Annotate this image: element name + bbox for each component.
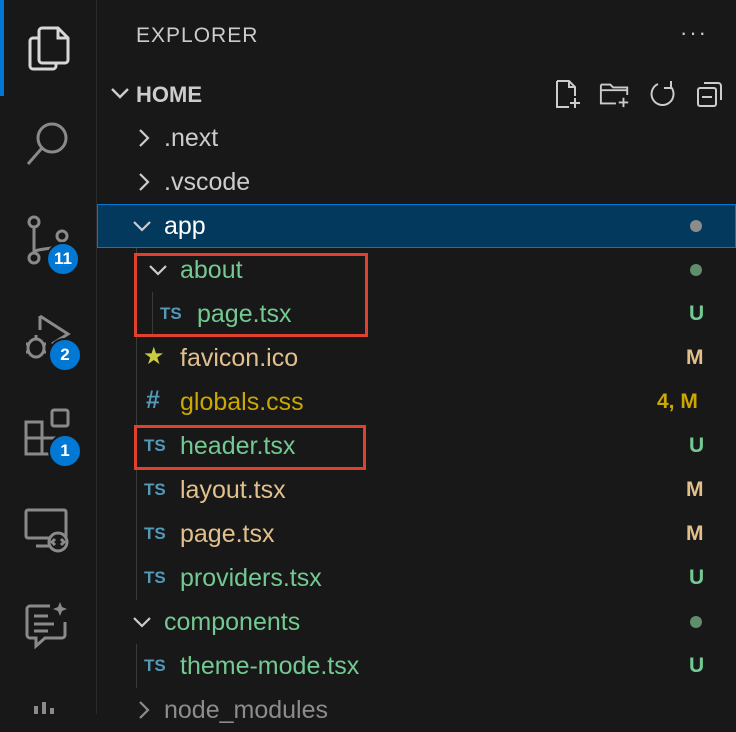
tree-file-theme-mode[interactable]: TS theme-mode.tsx U — [97, 644, 736, 688]
annotation-highlight-box — [134, 253, 368, 337]
chevron-right-icon — [139, 173, 150, 191]
tree-folder-components[interactable]: components — [97, 600, 736, 644]
typescript-file-icon: TS — [144, 480, 166, 499]
typescript-file-icon: TS — [144, 656, 166, 675]
chat-sparkle-icon — [25, 602, 67, 650]
workspace-section-header[interactable]: HOME — [97, 72, 736, 116]
tree-file-providers[interactable]: TS providers.tsx U — [97, 556, 736, 600]
tree-folder-vscode[interactable]: .vscode — [97, 160, 736, 204]
new-folder-icon[interactable] — [599, 78, 631, 110]
tree-label: layout.tsx — [180, 476, 286, 504]
chevron-down-icon — [133, 617, 151, 628]
chevron-down-icon — [133, 221, 151, 232]
explorer-sidebar: EXPLORER ··· HOME .next .vscode app abou… — [97, 0, 736, 724]
activity-source-control[interactable]: 11 — [0, 192, 96, 288]
search-icon — [26, 122, 68, 165]
tree-label: providers.tsx — [180, 564, 322, 592]
explorer-title: EXPLORER — [136, 24, 259, 47]
activity-remote-explorer[interactable] — [0, 480, 96, 576]
tree-file-app-page[interactable]: TS page.tsx M — [97, 512, 736, 556]
css-file-icon: # — [146, 386, 160, 414]
tree-label: node_modules — [164, 696, 329, 724]
git-status-badge: 4, M — [657, 390, 698, 413]
tree-folder-node-modules[interactable]: node_modules — [97, 688, 736, 732]
files-icon — [28, 26, 70, 71]
tree-label: theme-mode.tsx — [180, 652, 360, 680]
activity-chat[interactable] — [0, 576, 96, 672]
activity-run-debug[interactable]: 2 — [0, 288, 96, 384]
annotation-highlight-box — [134, 425, 366, 470]
tree-file-favicon[interactable]: ★ favicon.ico M — [97, 336, 736, 380]
workspace-title: HOME — [136, 82, 202, 107]
star-file-icon: ★ — [143, 343, 165, 370]
activity-extensions[interactable]: 1 — [0, 384, 96, 480]
tree-file-layout[interactable]: TS layout.tsx M — [97, 468, 736, 512]
chevron-right-icon — [139, 129, 150, 147]
git-status-badge: U — [689, 654, 705, 677]
tree-label: favicon.ico — [180, 344, 299, 372]
git-status-badge: U — [689, 434, 705, 457]
activity-explorer[interactable] — [0, 0, 96, 96]
collapse-all-icon[interactable] — [694, 78, 726, 110]
tree-file-globals[interactable]: # globals.css 4, M — [97, 380, 736, 424]
typescript-file-icon: TS — [144, 524, 166, 543]
extensions-badge: 1 — [48, 434, 82, 468]
tree-folder-next[interactable]: .next — [97, 116, 736, 160]
git-status-badge: M — [686, 478, 704, 501]
new-file-icon[interactable] — [551, 78, 583, 110]
chevron-right-icon — [139, 701, 150, 719]
tree-label: app — [164, 212, 206, 240]
decoration-dot — [690, 220, 702, 232]
source-control-badge: 11 — [46, 242, 80, 276]
tree-label: globals.css — [180, 388, 304, 416]
run-debug-badge: 2 — [48, 338, 82, 372]
tree-label: page.tsx — [180, 520, 275, 548]
git-status-badge: M — [686, 346, 704, 369]
decoration-dot — [690, 616, 702, 628]
activity-bar: 11 2 1 — [0, 0, 97, 714]
tree-folder-app[interactable]: app — [97, 204, 736, 248]
tree-label: .vscode — [164, 168, 251, 196]
git-status-badge: M — [686, 522, 704, 545]
more-actions-icon[interactable]: ··· — [680, 20, 708, 46]
tree-label: components — [164, 608, 301, 636]
refresh-icon[interactable] — [647, 78, 679, 110]
chevron-down-icon — [111, 88, 129, 99]
remote-explorer-icon — [24, 508, 69, 553]
decoration-dot — [690, 264, 702, 276]
tree-label: .next — [164, 124, 219, 152]
typescript-file-icon: TS — [144, 568, 166, 587]
activity-search[interactable] — [0, 96, 96, 192]
git-status-badge: U — [689, 302, 705, 325]
activity-more-icon[interactable] — [30, 700, 60, 714]
git-status-badge: U — [689, 566, 705, 589]
